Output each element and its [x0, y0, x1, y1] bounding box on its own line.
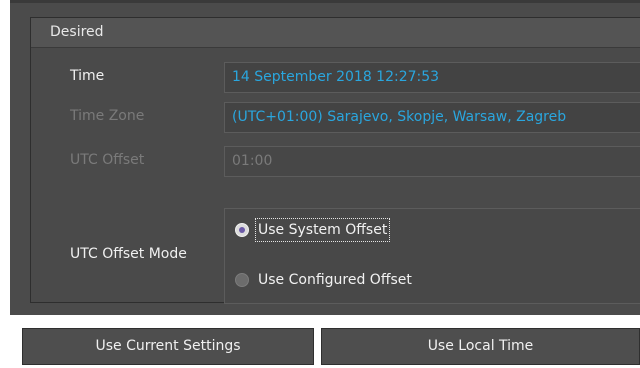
utc-offset-mode-label: UTC Offset Mode	[70, 246, 187, 262]
utc-offset-field: 01:00	[224, 146, 640, 177]
desired-group: Desired Time 14 September 2018 12:27:53 …	[30, 17, 640, 304]
button-bar: Use Current Settings Use Local Time	[10, 318, 640, 368]
utc-offset-value: 01:00	[232, 153, 273, 169]
radio-label[interactable]: Use Configured Offset	[256, 269, 414, 291]
time-zone-value: (UTC+01:00) Sarajevo, Skopje, Warsaw, Za…	[232, 109, 567, 125]
time-zone-dropdown[interactable]: (UTC+01:00) Sarajevo, Skopje, Warsaw, Za…	[224, 102, 640, 133]
utc-offset-label: UTC Offset	[70, 152, 145, 168]
time-value: 14 September 2018 12:27:53	[232, 69, 440, 85]
time-dropdown[interactable]: 14 September 2018 12:27:53	[224, 62, 640, 93]
use-local-time-button[interactable]: Use Local Time	[321, 328, 640, 365]
settings-panel: Desired Time 14 September 2018 12:27:53 …	[10, 0, 640, 315]
radio-checked-icon[interactable]	[235, 223, 249, 237]
group-title: Desired	[31, 18, 640, 48]
radio-label[interactable]: Use System Offset	[254, 218, 391, 242]
utc-offset-mode-radio-group: Use System Offset Use Configured Offset	[224, 208, 640, 304]
use-current-settings-button[interactable]: Use Current Settings	[22, 328, 314, 365]
time-label: Time	[70, 68, 105, 84]
time-zone-label: Time Zone	[70, 108, 145, 124]
radio-unchecked-icon[interactable]	[235, 273, 249, 287]
